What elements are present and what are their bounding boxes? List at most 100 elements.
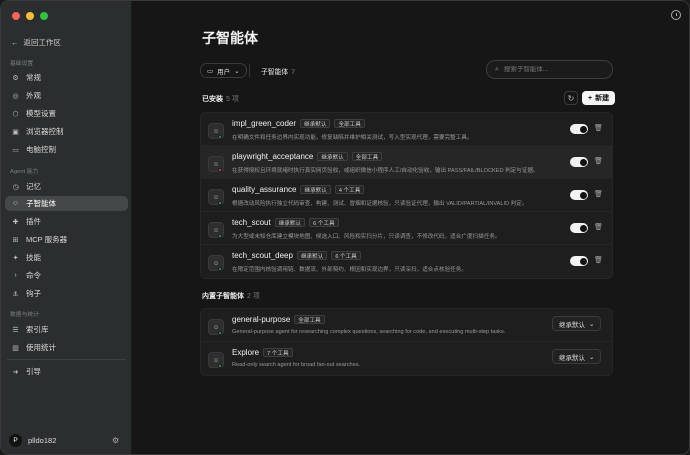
sidebar-item-general[interactable]: ⚙ 常规 [5, 70, 128, 85]
sidebar-item-commands[interactable]: › 命令 [5, 268, 128, 283]
plus-icon: + [588, 94, 593, 102]
builtin-section-title: 内置子智能体 2 项 [202, 291, 260, 301]
sidebar-item-label: 使用统计 [26, 343, 56, 352]
agent-row[interactable]: ☺ general-purpose 全部工具 General-purpose ag… [201, 309, 612, 342]
enable-toggle[interactable] [570, 124, 588, 134]
sidebar: ← 返回工作区 基础设置 ⚙ 常规 ◎ 外观 ⬡ 模型设置 ▣ 浏览器控制 ▭ … [1, 1, 132, 454]
model-badge: 继承默认 [300, 185, 331, 194]
installed-label: 已安装 [202, 96, 223, 103]
sidebar-item-label: 浏览器控制 [26, 127, 64, 136]
chevron-down-icon: ⌄ [589, 320, 595, 328]
agent-name: general-purpose [232, 315, 291, 324]
trash-icon[interactable]: 🗑 [594, 256, 603, 265]
user-profile[interactable]: P plldo182 [9, 434, 56, 447]
sidebar-item-label: 电脑控制 [26, 145, 56, 154]
agent-row[interactable]: ☺ playwright_acceptance 继承默认 全部工具 在获得授权且环境… [201, 146, 612, 179]
tools-badge: 6 个工具 [331, 251, 361, 260]
agent-row[interactable]: ☺ Explore 7 个工具 Read-only search agent fo… [201, 342, 612, 375]
sidebar-item-hooks[interactable]: ⚓ 钩子 [5, 286, 128, 301]
monitor-icon: ▭ [207, 67, 214, 75]
sidebar-item-label: 记忆 [26, 182, 41, 191]
window-controls [12, 12, 48, 20]
search-input[interactable] [503, 66, 604, 73]
model-select[interactable]: 继承默认 ⌄ [552, 316, 602, 331]
refresh-button[interactable]: ↻ [564, 91, 578, 105]
tools-badge: 全部工具 [351, 152, 383, 161]
enable-toggle[interactable] [570, 190, 588, 200]
maximize-window-button[interactable] [40, 12, 48, 20]
memory-icon: ◷ [12, 183, 19, 191]
agent-row[interactable]: ☺ impl_green_coder 继承默认 全部工具 在明确文件和任务边界内实现… [201, 113, 612, 146]
agent-row[interactable]: ☺ tech_scout 继承默认 6 个工具 为大型或未知仓库建立模块地图、候选入… [201, 212, 612, 245]
sidebar-item-skills[interactable]: ✦ 技能 [5, 250, 128, 265]
trash-icon[interactable]: 🗑 [594, 157, 603, 166]
agent-description: 根据改动风险执行独立代码审查、构建、测试、冒烟和证据核验，只读验证代理，输出 V… [232, 201, 528, 207]
tab-subagents[interactable]: 子智能体 7 [261, 66, 295, 76]
sidebar-item-mcp-servers[interactable]: ⊞ MCP 服务器 [5, 232, 128, 247]
model-badge: 继承默认 [274, 218, 306, 227]
model-select-value: 继承默认 [559, 354, 585, 362]
agent-row[interactable]: ☺ tech_scout_deep 继承默认 6 个工具 在限定范围内核验调用链、数… [201, 245, 612, 278]
sidebar-item-index[interactable]: ☰ 索引库 [5, 322, 128, 337]
agent-description: 在明确文件和任务边界内实现功能，修复缺陷并维护相关测试，写入型实现代理，需要完整… [232, 135, 473, 141]
back-label: 返回工作区 [23, 38, 62, 47]
sidebar-item-guide[interactable]: ➜ 引导 [5, 364, 128, 379]
tools-badge: 7 个工具 [263, 348, 293, 357]
sidebar-item-browser-control[interactable]: ▣ 浏览器控制 [5, 124, 128, 139]
trash-icon[interactable]: 🗑 [594, 190, 603, 199]
sidebar-item-label: 命令 [26, 271, 41, 280]
sidebar-item-label: MCP 服务器 [26, 235, 68, 244]
scope-filter-button[interactable]: ▭ 用户 ⌄ [200, 63, 247, 78]
back-to-workspace-link[interactable]: ← 返回工作区 [11, 37, 61, 48]
status-dot [218, 331, 222, 335]
settings-gear-icon[interactable]: ⚙ [112, 436, 119, 445]
enable-toggle[interactable] [570, 223, 588, 233]
minimize-window-button[interactable] [26, 12, 34, 20]
status-dot [218, 168, 222, 172]
bot-icon: ☺ [208, 352, 224, 368]
agent-name: tech_scout_deep [232, 251, 293, 260]
sidebar-item-subagents[interactable]: ☺ 子智能体 [5, 196, 128, 211]
close-window-button[interactable] [12, 12, 20, 20]
sidebar-item-appearance[interactable]: ◎ 外观 [5, 88, 128, 103]
sidebar-item-memory[interactable]: ◷ 记忆 [5, 179, 128, 194]
installed-agents-list: ☺ impl_green_coder 继承默认 全部工具 在明确文件和任务边界内实现… [200, 112, 613, 279]
builtin-label: 内置子智能体 [202, 293, 244, 300]
chevron-down-icon: ⌄ [589, 353, 595, 361]
status-dot [218, 135, 222, 139]
enable-toggle[interactable] [570, 157, 588, 167]
tab-label: 子智能体 [261, 69, 289, 76]
refresh-icon: ↻ [567, 93, 575, 103]
database-icon: ☰ [12, 326, 19, 334]
sidebar-item-label: 索引库 [26, 325, 49, 334]
scope-filter-label: 用户 [217, 68, 231, 76]
sidebar-item-usage-stats[interactable]: ▥ 使用统计 [5, 340, 128, 355]
agent-row[interactable]: ☺ quality_assurance 继承默认 4 个工具 根据改动风险执行独立代… [201, 179, 612, 212]
sidebar-item-plugins[interactable]: ✚ 插件 [5, 214, 128, 229]
model-select-value: 继承默认 [559, 321, 585, 329]
search-icon: ⌕ [495, 65, 499, 73]
installed-section-title: 已安装 5 项 [202, 94, 239, 104]
trash-icon[interactable]: 🗑 [594, 124, 603, 133]
model-select[interactable]: 继承默认 ⌄ [552, 349, 602, 364]
agent-name: Explore [232, 348, 260, 357]
guide-icon: ➜ [12, 368, 19, 376]
bot-icon: ☺ [208, 255, 224, 271]
sidebar-item-computer-control[interactable]: ▭ 电脑控制 [5, 142, 128, 157]
trash-icon[interactable]: 🗑 [594, 223, 603, 232]
status-dot [218, 267, 222, 271]
agent-description: Read-only search agent for broad fan-out… [232, 362, 361, 368]
sidebar-divider [7, 359, 126, 360]
info-icon[interactable] [671, 10, 681, 20]
bot-icon: ☺ [208, 123, 224, 139]
new-agent-button[interactable]: + 新建 [582, 91, 616, 105]
app-window: ← 返回工作区 基础设置 ⚙ 常规 ◎ 外观 ⬡ 模型设置 ▣ 浏览器控制 ▭ … [0, 0, 690, 455]
enable-toggle[interactable] [570, 256, 588, 266]
section-label-basic: 基础设置 [10, 61, 34, 67]
sidebar-item-model-settings[interactable]: ⬡ 模型设置 [5, 106, 128, 121]
bot-icon: ☺ [208, 222, 224, 238]
avatar: P [9, 434, 22, 447]
sidebar-item-label: 插件 [26, 217, 41, 226]
sidebar-item-label: 常规 [26, 73, 41, 82]
search-box[interactable]: ⌕ [486, 60, 613, 79]
